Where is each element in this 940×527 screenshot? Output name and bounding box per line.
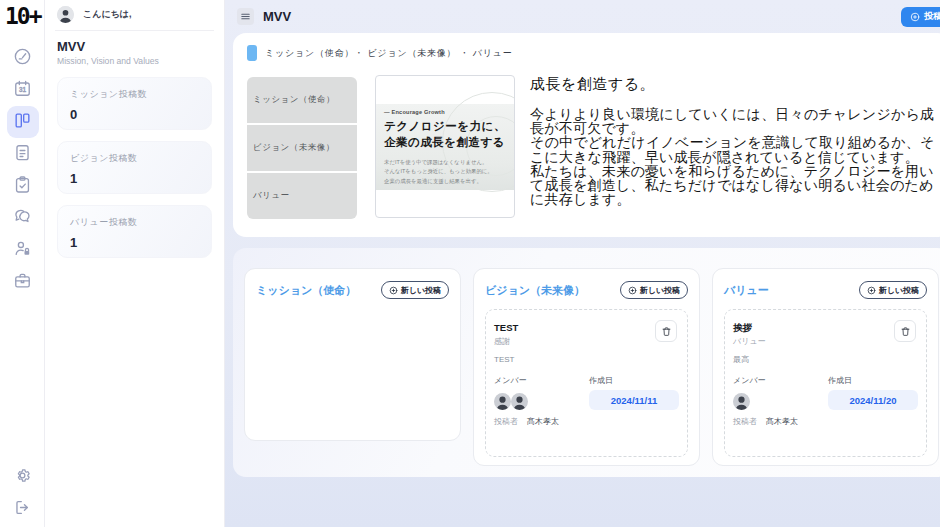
logout-button[interactable]: [7, 493, 39, 525]
author-name: 髙木孝太: [766, 416, 798, 427]
briefcase-icon: [13, 271, 32, 294]
post-card-value: 挨拶 バリュー 最高 メンバー 投稿者 髙木孝太: [724, 309, 927, 457]
new-post-label: 新しい投稿: [401, 285, 441, 296]
main-area: MVV 投稿 ミッション（使命）・ ビジョン（未来像） ・ バリュー ミッション…: [225, 0, 940, 527]
poster-subtext: 未だITを使う中で課題はなくなりません。 そんなITをもっと身近に、もっと効果的…: [384, 158, 493, 186]
created-label: 作成日: [589, 375, 679, 386]
mvv-breadcrumb: ミッション（使命）・ ビジョン（未来像） ・ バリュー: [265, 47, 513, 60]
poster-tagline: — Encourage Growth: [384, 109, 445, 115]
post-body: TEST: [494, 354, 679, 365]
new-post-button-value[interactable]: 新しい投稿: [859, 281, 927, 299]
plus-circle-icon: [867, 286, 876, 295]
vision-posts-column: ビジョン（未来像） 新しい投稿 TEST 感謝 TEST メンバー: [473, 268, 700, 466]
icon-sidebar: 10+ 31: [0, 0, 45, 527]
app: 10+ 31: [0, 0, 940, 527]
column-title-value: バリュー: [724, 283, 769, 298]
author-label: 投稿者: [494, 416, 518, 427]
logout-icon: [13, 498, 32, 521]
author-name: 髙木孝太: [527, 416, 559, 427]
dashboard-gauge-icon: [13, 47, 32, 70]
plus-circle-icon: [628, 286, 637, 295]
created-date-badge: 2024/11/11: [589, 390, 679, 410]
post-body: 最高: [733, 354, 918, 365]
user-avatar: [57, 6, 74, 23]
members-label: メンバー: [733, 375, 828, 386]
post-category: 感謝: [494, 336, 679, 347]
svg-text:31: 31: [19, 86, 27, 93]
post-button[interactable]: 投稿: [901, 7, 940, 27]
category-vision[interactable]: ビジョン（未来像）: [247, 125, 357, 171]
created-date-badge: 2024/11/20: [828, 390, 918, 410]
delete-post-button[interactable]: [894, 320, 916, 342]
panel-divider: [55, 30, 214, 31]
topbar: MVV 投稿: [225, 0, 940, 33]
document-icon: [13, 143, 32, 166]
settings-button[interactable]: [7, 461, 39, 493]
page-title: MVV: [263, 9, 291, 24]
member-avatar: [494, 393, 511, 410]
post-button-label: 投稿: [924, 10, 940, 23]
sidebar-item-dashboard[interactable]: [7, 42, 39, 74]
calendar-icon: 31: [13, 79, 32, 102]
section-marker: [247, 45, 257, 61]
menu-toggle-button[interactable]: [237, 8, 254, 25]
author-label: 投稿者: [733, 416, 757, 427]
vision-description: 成長を創造する。 今よりより良い環境にしていくには、日々のチャレンジから成長が不…: [530, 73, 936, 219]
sidebar-item-calendar[interactable]: 31: [7, 74, 39, 106]
stat-value: 0: [70, 107, 199, 122]
category-mission[interactable]: ミッション（使命）: [247, 77, 357, 123]
stat-card-vision: ビジョン投稿数 1: [57, 141, 212, 194]
sidebar-item-mvv-board[interactable]: [7, 106, 39, 138]
greeting-text: こんにちは,: [83, 8, 132, 21]
mvv-overview-card: ミッション（使命）・ ビジョン（未来像） ・ バリュー ミッション（使命） ビジ…: [233, 33, 940, 237]
stat-card-mission: ミッション投稿数 0: [57, 77, 212, 130]
post-category: バリュー: [733, 336, 918, 347]
sidebar-item-tasks[interactable]: [7, 170, 39, 202]
post-title: TEST: [494, 322, 679, 334]
mission-posts-column: ミッション（使命） 新しい投稿: [244, 268, 461, 441]
stat-label: ミッション投稿数: [70, 88, 199, 101]
panel-subtitle: Mission, Vision and Values: [57, 56, 212, 66]
post-card-vision: TEST 感謝 TEST メンバー 投稿者: [485, 309, 688, 457]
column-title-vision: ビジョン（未来像）: [485, 283, 585, 298]
category-value[interactable]: バリュー: [247, 173, 357, 219]
mission-poster-image: — Encourage Growth テクノロジーを力に、企業の成長を創造する …: [375, 75, 515, 218]
profile-panel: こんにちは, MVV Mission, Vision and Values ミッ…: [45, 0, 225, 527]
new-post-button-mission[interactable]: 新しい投稿: [381, 281, 449, 299]
user-lock-icon: [13, 239, 32, 262]
member-avatar: [733, 393, 750, 410]
clipboard-check-icon: [13, 175, 32, 198]
kanban-board-icon: [13, 111, 32, 134]
value-posts-column: バリュー 新しい投稿 挨拶 バリュー 最高 メンバー: [712, 268, 939, 466]
sidebar-item-documents[interactable]: [7, 138, 39, 170]
sidebar-item-chat[interactable]: [7, 202, 39, 234]
new-post-label: 新しい投稿: [879, 285, 919, 296]
new-post-button-vision[interactable]: 新しい投稿: [620, 281, 688, 299]
category-list: ミッション（使命） ビジョン（未来像） バリュー: [247, 77, 357, 219]
stat-value: 1: [70, 171, 199, 186]
vision-body: 今よりより良い環境にしていくには、日々のチャレンジから成長が不可欠です。 その中…: [530, 107, 936, 206]
delete-post-button[interactable]: [655, 320, 677, 342]
stat-label: ビジョン投稿数: [70, 152, 199, 165]
posts-section: ミッション（使命） 新しい投稿 ビジョン（未来像） 新しい投稿 TES: [233, 248, 940, 477]
members-label: メンバー: [494, 375, 589, 386]
member-avatar: [511, 393, 528, 410]
sidebar-item-company[interactable]: [7, 266, 39, 298]
plus-circle-icon: [389, 286, 398, 295]
created-label: 作成日: [828, 375, 918, 386]
stat-value: 1: [70, 235, 199, 250]
stat-label: バリュー投稿数: [70, 216, 199, 229]
stat-card-value: バリュー投稿数 1: [57, 205, 212, 258]
poster-headline: テクノロジーを力に、企業の成長を創造する: [384, 119, 506, 150]
sidebar-item-members[interactable]: [7, 234, 39, 266]
post-title: 挨拶: [733, 322, 918, 334]
vision-heading: 成長を創造する。: [530, 75, 936, 94]
column-title-mission: ミッション（使命）: [256, 283, 356, 298]
chat-bubbles-icon: [13, 207, 32, 230]
plus-circle-icon: [910, 12, 920, 22]
panel-title: MVV: [57, 39, 212, 54]
new-post-label: 新しい投稿: [640, 285, 680, 296]
app-logo: 10+: [0, 0, 44, 29]
gear-icon: [13, 466, 32, 489]
